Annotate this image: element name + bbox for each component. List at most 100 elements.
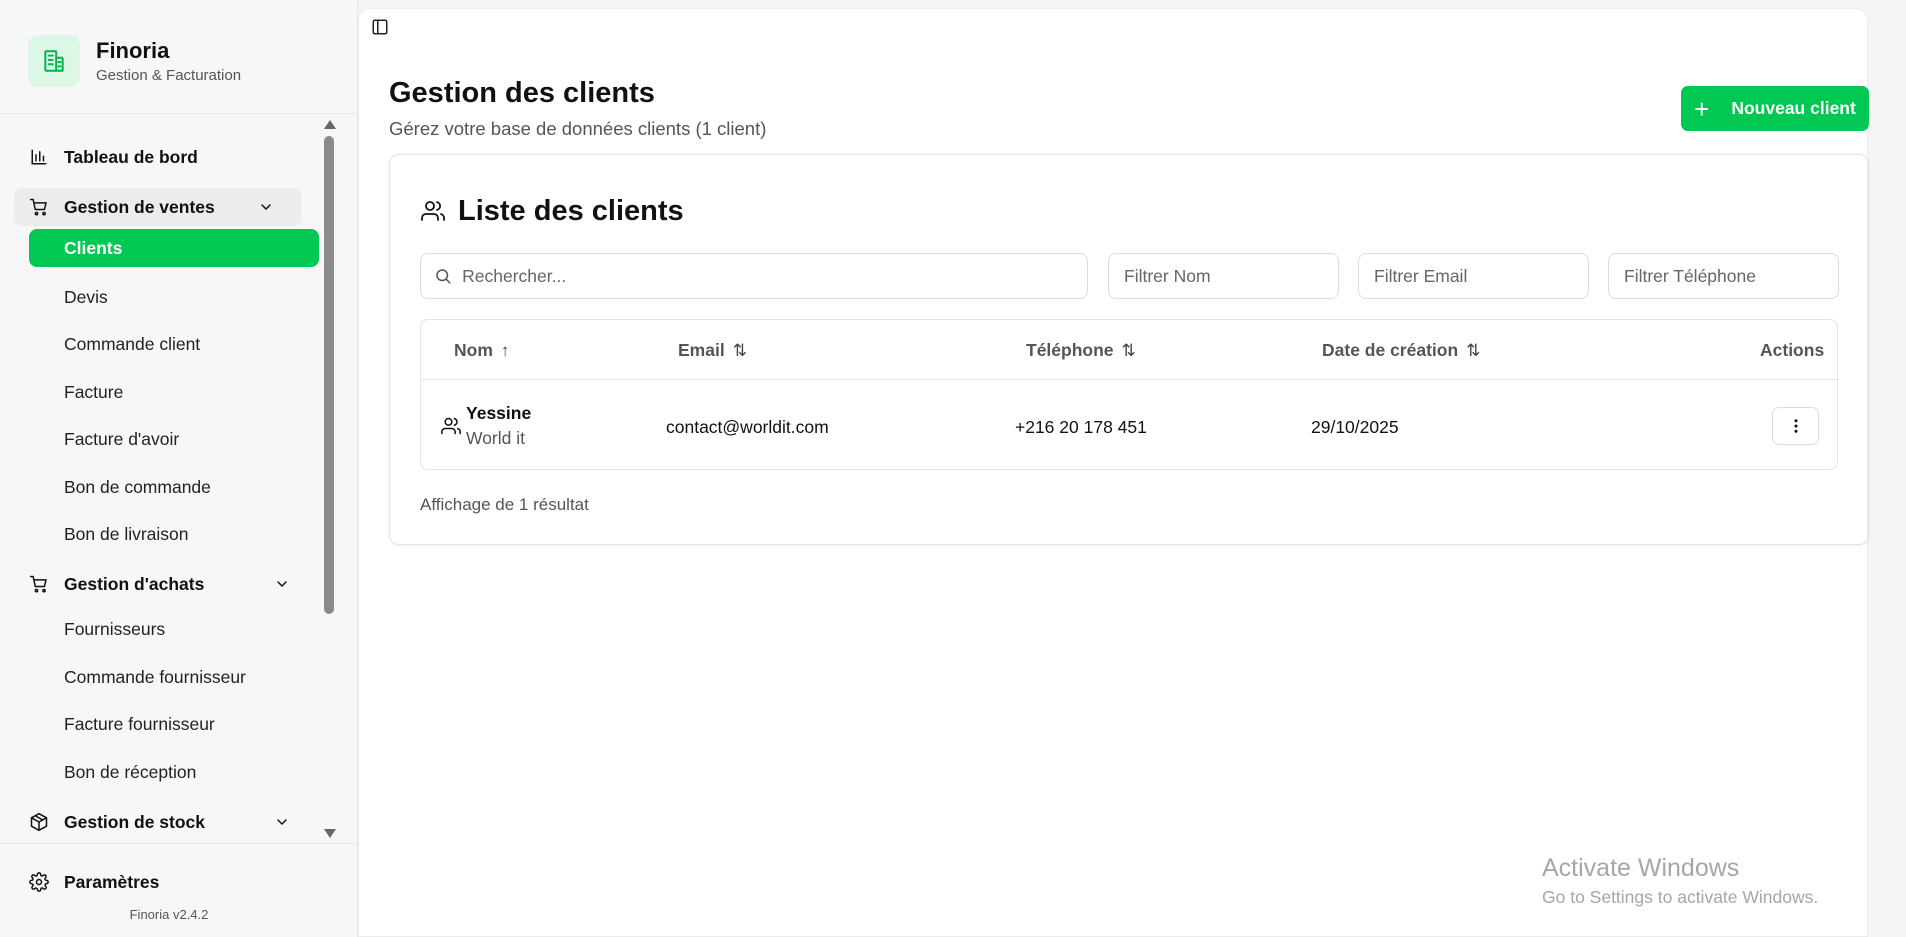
scroll-up-arrow-icon[interactable] (324, 120, 336, 129)
sort-icon: ⇅ (1466, 340, 1481, 360)
chevron-down-icon (277, 819, 287, 826)
sidebar-toggle-icon[interactable] (369, 16, 391, 38)
sort-icon: ⇅ (732, 340, 747, 360)
sidebar-item-clients[interactable]: Clients (29, 229, 319, 267)
sidebar-item-bon-livraison[interactable]: Bon de livraison (29, 515, 319, 553)
sidebar-item-label: Tableau de bord (64, 146, 198, 167)
sidebar-item-label: Commande fournisseur (64, 666, 246, 687)
sidebar-item-fournisseurs[interactable]: Fournisseurs (29, 610, 319, 648)
sidebar-group-sales[interactable]: Gestion de ventes (14, 188, 302, 226)
users-icon (441, 417, 461, 435)
sidebar-item-facture[interactable]: Facture (29, 373, 319, 411)
sort-icon: ⇅ (1121, 340, 1136, 360)
column-header-actions: Actions (1760, 340, 1824, 361)
main-content: Gestion des clients Gérez votre base de … (358, 8, 1869, 937)
client-created-date: 29/10/2025 (1311, 417, 1399, 437)
cart-icon (28, 573, 50, 595)
column-label: Nom (454, 340, 493, 360)
column-label: Email (678, 340, 725, 360)
sidebar-item-label: Bon de commande (64, 476, 211, 497)
sidebar-item-settings[interactable]: Paramètres (28, 864, 159, 900)
column-header-created[interactable]: Date de création ⇅ (1322, 340, 1480, 361)
table-row[interactable]: Yessine World it contact@worldit.com +21… (421, 381, 1837, 470)
search-icon (433, 266, 452, 286)
sidebar-item-commande-client[interactable]: Commande client (29, 325, 319, 363)
sidebar-nav: Tableau de bord Gestion de ventes Client… (0, 124, 322, 836)
table-header: Nom ↑ Email ⇅ Téléphone ⇅ Date de créati… (421, 320, 1837, 380)
watermark-subtitle: Go to Settings to activate Windows. (1542, 887, 1819, 907)
clients-card: Liste des clients Nom (389, 154, 1869, 545)
row-actions-button[interactable] (1772, 407, 1819, 445)
client-email: contact@worldit.com (666, 417, 829, 437)
sidebar-group-label: Gestion d'achats (64, 573, 205, 594)
search-box[interactable] (420, 253, 1088, 299)
sidebar-scrollbar[interactable] (322, 118, 336, 838)
app-version: Finoria v2.4.2 (129, 907, 209, 922)
gear-icon (28, 871, 50, 893)
sidebar-item-label: Devis (64, 286, 108, 307)
filter-phone-input[interactable] (1624, 265, 1838, 287)
app-window: Finoria Gestion & Facturation Tableau de… (0, 0, 1906, 937)
page-title: Gestion des clients (389, 77, 655, 109)
sidebar-item-label: Paramètres (64, 871, 160, 892)
sidebar-group-label: Gestion de stock (64, 811, 206, 832)
building-icon (28, 35, 80, 87)
scroll-down-arrow-icon[interactable] (324, 829, 336, 838)
brand[interactable]: Finoria Gestion & Facturation (28, 34, 241, 88)
filter-email-field[interactable] (1358, 253, 1589, 299)
filter-name-input[interactable] (1124, 265, 1338, 287)
sidebar-item-label: Bon de livraison (64, 523, 189, 544)
cart-icon (28, 196, 50, 218)
sidebar-item-label: Facture d'avoir (64, 428, 180, 449)
page-subtitle: Gérez votre base de données clients (1 c… (389, 118, 767, 139)
sidebar-group-purchases[interactable]: Gestion d'achats (28, 565, 318, 603)
sidebar: Finoria Gestion & Facturation Tableau de… (0, 0, 358, 937)
more-vertical-icon (1794, 419, 1797, 433)
column-label: Actions (1760, 340, 1825, 360)
clients-table: Nom ↑ Email ⇅ Téléphone ⇅ Date de créati… (420, 319, 1838, 470)
chevron-down-icon (261, 204, 271, 211)
sidebar-item-devis[interactable]: Devis (29, 278, 319, 316)
sidebar-item-bon-commande[interactable]: Bon de commande (29, 468, 319, 506)
client-name: Yessine (466, 403, 532, 423)
scrollbar-thumb[interactable] (324, 136, 334, 614)
column-header-name[interactable]: Nom ↑ (454, 340, 509, 361)
filter-name-field[interactable] (1108, 253, 1339, 299)
users-icon (420, 198, 446, 224)
sidebar-item-facture-fournisseur[interactable]: Facture fournisseur (29, 705, 319, 743)
divider (0, 843, 357, 844)
card-title: Liste des clients (420, 193, 684, 229)
filter-phone-field[interactable] (1608, 253, 1839, 299)
watermark-title: Activate Windows (1542, 854, 1740, 882)
sidebar-item-label: Facture fournisseur (64, 713, 215, 734)
search-input[interactable] (462, 265, 1087, 287)
sidebar-item-facture-avoir[interactable]: Facture d'avoir (29, 420, 319, 458)
chevron-down-icon (277, 581, 287, 588)
sidebar-item-commande-fournisseur[interactable]: Commande fournisseur (29, 658, 319, 696)
plus-icon: + (1694, 93, 1710, 124)
column-header-phone[interactable]: Téléphone ⇅ (1026, 340, 1136, 361)
sidebar-item-label: Facture (64, 381, 124, 402)
new-client-button[interactable]: + Nouveau client (1681, 86, 1869, 131)
sidebar-item-label: Bon de réception (64, 761, 197, 782)
client-company: World it (466, 428, 525, 448)
brand-subtitle: Gestion & Facturation (96, 67, 242, 84)
card-title-text: Liste des clients (458, 194, 684, 227)
sidebar-item-label: Clients (64, 237, 123, 258)
column-label: Date de création (1322, 340, 1459, 360)
client-phone: +216 20 178 451 (1015, 417, 1147, 437)
brand-name: Finoria (96, 38, 170, 63)
sidebar-item-label: Fournisseurs (64, 618, 166, 639)
sidebar-item-bon-reception[interactable]: Bon de réception (29, 753, 319, 791)
sidebar-item-label: Commande client (64, 333, 201, 354)
result-count: Affichage de 1 résultat (420, 495, 589, 514)
sidebar-group-stock[interactable]: Gestion de stock (28, 803, 318, 836)
package-icon (28, 811, 50, 833)
sidebar-item-dashboard[interactable]: Tableau de bord (28, 138, 318, 176)
windows-activation-watermark: Activate Windows Go to Settings to activ… (1542, 854, 1818, 908)
sidebar-group-label: Gestion de ventes (64, 196, 215, 217)
bar-chart-icon (28, 146, 50, 168)
divider (0, 113, 357, 114)
filter-email-input[interactable] (1374, 265, 1588, 287)
column-header-email[interactable]: Email ⇅ (678, 340, 747, 361)
